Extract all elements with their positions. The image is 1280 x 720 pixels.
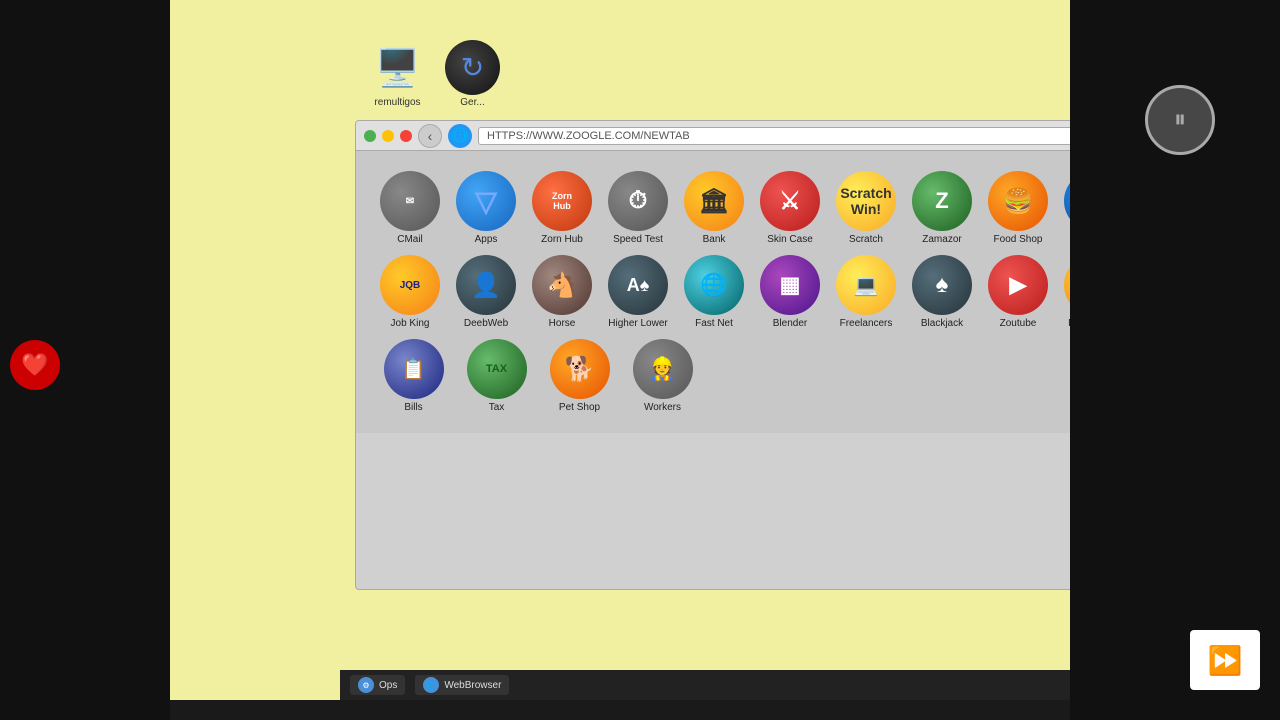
desktop-icons: 🖥️ remultigos ↻ Ger...: [370, 40, 500, 108]
blackjack-label: Blackjack: [921, 318, 963, 329]
horse-icon: 🐴: [532, 255, 592, 315]
pause-button[interactable]: ⏸: [1145, 85, 1215, 155]
tl-yellow[interactable]: [382, 130, 394, 142]
petshop-label: Pet Shop: [559, 402, 600, 413]
cmail-label: CMail: [397, 234, 423, 245]
zornhub-icon: ZornHub: [532, 171, 592, 231]
exit-arrow-icon: ⏩: [1208, 644, 1243, 677]
heart-icon: ❤️: [21, 352, 48, 378]
webbrowser-label: WebBrowser: [444, 680, 501, 691]
bank-label: Bank: [703, 234, 726, 245]
left-bar: ❤️: [0, 0, 170, 720]
bank-icon: 🏛: [684, 171, 744, 231]
app-bills[interactable]: 📋 Bills: [376, 339, 451, 413]
speedtest-label: Speed Test: [613, 234, 663, 245]
higherlower-label: Higher Lower: [608, 318, 667, 329]
app-zoutube[interactable]: ▶ Zoutube: [984, 255, 1052, 329]
app-jobking[interactable]: JQB Job King: [376, 255, 444, 329]
webbrowser-icon: 🌐: [423, 677, 439, 693]
blender-icon: ▦: [760, 255, 820, 315]
computer-img: 🖥️: [370, 40, 425, 95]
app-zornhub[interactable]: ZornHub Zorn Hub: [528, 171, 596, 245]
foodshop-label: Food Shop: [994, 234, 1043, 245]
jobking-icon: JQB: [380, 255, 440, 315]
tax-label: Tax: [489, 402, 505, 413]
petshop-icon: 🐕: [550, 339, 610, 399]
app-blackjack[interactable]: ♠ Blackjack: [908, 255, 976, 329]
taskbar-webbrowser[interactable]: 🌐 WebBrowser: [415, 675, 509, 695]
bills-label: Bills: [404, 402, 422, 413]
app-speedtest[interactable]: ⏱ Speed Test: [604, 171, 672, 245]
cmail-icon: ✉: [380, 171, 440, 231]
refresh-label: Ger...: [460, 97, 484, 108]
browser-back-button[interactable]: ‹: [418, 124, 442, 148]
tl-red[interactable]: [400, 130, 412, 142]
bills-icon: 📋: [384, 339, 444, 399]
app-petshop[interactable]: 🐕 Pet Shop: [542, 339, 617, 413]
zamazor-icon: Z: [912, 171, 972, 231]
right-panel: ⏸ ⏩: [1070, 0, 1280, 720]
app-horse[interactable]: 🐴 Horse: [528, 255, 596, 329]
zornhub-label: Zorn Hub: [541, 234, 583, 245]
refresh-icon-item[interactable]: ↻ Ger...: [445, 40, 500, 108]
zoutube-label: Zoutube: [1000, 318, 1037, 329]
refresh-img: ↻: [445, 40, 500, 95]
scratch-icon: ScratchWin!: [836, 171, 896, 231]
app-scratch[interactable]: ScratchWin! Scratch: [832, 171, 900, 245]
higherlower-icon: A♠: [608, 255, 668, 315]
ops-label: Ops: [379, 680, 397, 691]
fastnet-label: Fast Net: [695, 318, 733, 329]
ops-icon: ⚙: [358, 677, 374, 693]
app-deebweb[interactable]: 👤 DeebWeb: [452, 255, 520, 329]
app-fastnet[interactable]: 🌐 Fast Net: [680, 255, 748, 329]
heart-widget: ❤️: [10, 340, 60, 390]
app-blender[interactable]: ▦ Blender: [756, 255, 824, 329]
app-skincase[interactable]: ⚔ Skin Case: [756, 171, 824, 245]
zoutube-icon: ▶: [988, 255, 1048, 315]
deebweb-icon: 👤: [456, 255, 516, 315]
computer-icon[interactable]: 🖥️ remultigos: [370, 40, 425, 108]
app-workers[interactable]: 👷 Workers: [625, 339, 700, 413]
app-cmail[interactable]: ✉ CMail: [376, 171, 444, 245]
skincase-icon: ⚔: [760, 171, 820, 231]
app-tax[interactable]: TAX Tax: [459, 339, 534, 413]
app-foodshop[interactable]: 🍔 Food Shop: [984, 171, 1052, 245]
computer-label: remultigos: [374, 97, 420, 108]
browser-globe-icon: 🌐: [448, 124, 472, 148]
workers-label: Workers: [644, 402, 681, 413]
fastnet-icon: 🌐: [684, 255, 744, 315]
workers-icon: 👷: [633, 339, 693, 399]
app-bank[interactable]: 🏛 Bank: [680, 171, 748, 245]
speedtest-icon: ⏱: [608, 171, 668, 231]
horse-label: Horse: [549, 318, 576, 329]
pause-icon: ⏸: [1174, 106, 1186, 134]
skincase-label: Skin Case: [767, 234, 813, 245]
tl-green[interactable]: [364, 130, 376, 142]
freelancers-label: Freelancers: [840, 318, 893, 329]
deebweb-label: DeebWeb: [464, 318, 508, 329]
taskbar-ops[interactable]: ⚙ Ops: [350, 675, 405, 695]
freelancers-icon: 💻: [836, 255, 896, 315]
app-freelancers[interactable]: 💻 Freelancers: [832, 255, 900, 329]
exit-button[interactable]: ⏩: [1190, 630, 1260, 690]
blender-label: Blender: [773, 318, 807, 329]
app-higherlower[interactable]: A♠ Higher Lower: [604, 255, 672, 329]
apps-icon: ▽: [456, 171, 516, 231]
tax-icon: TAX: [467, 339, 527, 399]
foodshop-icon: 🍔: [988, 171, 1048, 231]
jobking-label: Job King: [391, 318, 430, 329]
blackjack-icon: ♠: [912, 255, 972, 315]
app-zamazor[interactable]: Z Zamazor: [908, 171, 976, 245]
apps-label: Apps: [475, 234, 498, 245]
app-apps[interactable]: ▽ Apps: [452, 171, 520, 245]
browser-url-bar[interactable]: [478, 127, 1170, 145]
scratch-label: Scratch: [849, 234, 883, 245]
zamazor-label: Zamazor: [922, 234, 961, 245]
